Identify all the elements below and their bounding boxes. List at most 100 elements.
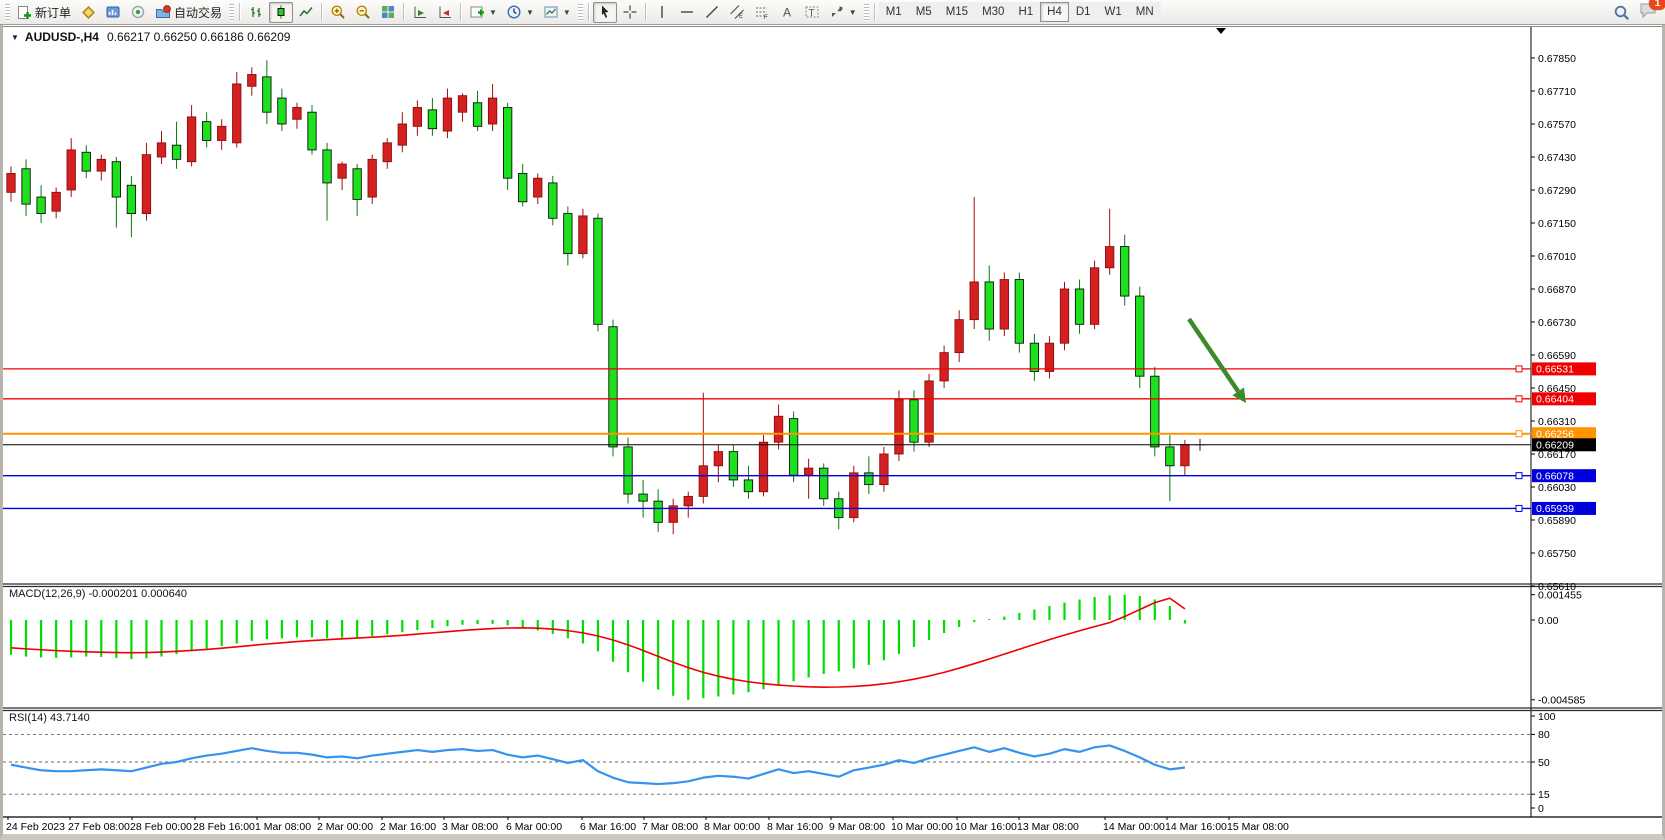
fibonacci-button[interactable]: F	[750, 2, 774, 23]
main-toolbar: 新订单 自动交易	[0, 0, 1665, 25]
horizontal-line-button[interactable]	[675, 2, 699, 23]
price-axis-tick: 0.67570	[1538, 119, 1576, 131]
price-axis-tick: 0.67710	[1538, 86, 1576, 98]
line-anchor[interactable]	[1516, 473, 1522, 479]
svg-text:E: E	[739, 14, 743, 20]
price-axis-tick: 0.66870	[1538, 284, 1576, 296]
templates-button[interactable]: ▼	[539, 2, 575, 23]
cursor-button[interactable]	[593, 2, 617, 23]
chevron-down-icon: ▼	[563, 8, 571, 17]
auto-scroll-icon	[412, 4, 428, 20]
price-cursor-icon	[1194, 439, 1206, 451]
chevron-down-icon: ▼	[526, 8, 534, 17]
auto-scroll-button[interactable]	[408, 2, 432, 23]
chart-ohlc: 0.66217 0.66250 0.66186 0.66209	[107, 30, 291, 44]
toolbar-grip[interactable]	[229, 4, 234, 21]
svg-text:F: F	[764, 15, 768, 20]
line-anchor[interactable]	[1516, 431, 1522, 437]
time-axis-label: 1 Mar 08:00	[255, 821, 311, 833]
line-anchor[interactable]	[1516, 505, 1522, 511]
toolbar-separator	[321, 3, 323, 21]
timeframe-button-h1[interactable]: H1	[1011, 2, 1040, 22]
toolbar-separator	[588, 3, 590, 21]
line-chart-button[interactable]	[294, 2, 318, 23]
candlestick-chart-button[interactable]	[269, 2, 293, 23]
chart-shift-button[interactable]	[433, 2, 457, 23]
toolbar-separator	[874, 3, 876, 21]
timeframe-button-d1[interactable]: D1	[1069, 2, 1098, 22]
zoom-in-button[interactable]	[326, 2, 350, 23]
signal-button[interactable]	[126, 2, 150, 23]
price-tag-label: 0.65939	[1536, 503, 1574, 515]
line-anchor[interactable]	[1516, 396, 1522, 402]
macd-axis-tick: 0.001455	[1538, 589, 1582, 601]
tile-windows-button[interactable]	[376, 2, 400, 23]
time-axis-label: 24 Feb 2023	[6, 821, 65, 833]
chart-title: ▼ AUDUSD-,H4 0.66217 0.66250 0.66186 0.6…	[11, 30, 290, 44]
timeframe-button-m5[interactable]: M5	[909, 2, 939, 22]
rsi-axis-tick: 80	[1538, 729, 1550, 741]
notifications-button[interactable]: 1	[1639, 1, 1659, 24]
toolbar-grip[interactable]	[864, 4, 869, 21]
arrows-button[interactable]: ▼	[825, 2, 861, 23]
channel-button[interactable]: E	[725, 2, 749, 23]
price-axis-tick: 0.67150	[1538, 218, 1576, 230]
timeframe-button-h4[interactable]: H4	[1040, 2, 1069, 22]
cursor-icon	[597, 4, 613, 20]
search-icon[interactable]	[1613, 4, 1631, 22]
text-button[interactable]: A	[775, 2, 799, 23]
rsi-axis-tick: 50	[1538, 757, 1550, 769]
time-axis-label: 28 Feb 00:00	[130, 821, 192, 833]
templates-icon	[543, 4, 559, 20]
chart-window[interactable]: 0.665310.664040.662560.660780.659390.662…	[0, 25, 1665, 840]
toolbar-grip[interactable]	[5, 4, 10, 21]
indicators-button[interactable]: ▼	[465, 2, 501, 23]
price-axis-tick: 0.65890	[1538, 515, 1576, 527]
auto-trading-button[interactable]: 自动交易	[151, 2, 226, 23]
chevron-down-icon: ▼	[489, 8, 497, 17]
timeframe-button-m1[interactable]: M1	[879, 2, 909, 22]
price-axis-tick: 0.67290	[1538, 185, 1576, 197]
time-axis-label: 28 Feb 16:00	[193, 821, 255, 833]
trend-arrow[interactable]	[1189, 319, 1238, 391]
price-axis-tick: 0.67010	[1538, 251, 1576, 263]
periods-button[interactable]: ▼	[502, 2, 538, 23]
price-tag-label: 0.66531	[1536, 364, 1574, 376]
timeframe-button-m15[interactable]: M15	[939, 2, 975, 22]
label-button[interactable]: T	[800, 2, 824, 23]
timeframe-button-mn[interactable]: MN	[1129, 2, 1161, 22]
trendline-button[interactable]	[700, 2, 724, 23]
toolbar-separator	[239, 3, 241, 21]
auto-trading-label: 自动交易	[174, 4, 222, 21]
bar-chart-button[interactable]	[244, 2, 268, 23]
fibonacci-icon: F	[754, 4, 770, 20]
crosshair-button[interactable]	[618, 2, 642, 23]
toolbar-grip[interactable]	[578, 4, 583, 21]
trendline-icon	[704, 4, 720, 20]
time-axis-label: 3 Mar 08:00	[442, 821, 498, 833]
candles	[7, 60, 1189, 534]
vertical-line-icon	[654, 4, 670, 20]
quotes-button[interactable]	[76, 2, 100, 23]
label-icon: T	[804, 4, 820, 20]
line-anchor[interactable]	[1516, 366, 1522, 372]
time-axis-label: 15 Mar 08:00	[1227, 821, 1289, 833]
vertical-line-button[interactable]	[650, 2, 674, 23]
time-axis-label: 14 Mar 00:00	[1103, 821, 1165, 833]
collapse-icon[interactable]: ▼	[11, 33, 19, 42]
rsi-axis-tick: 100	[1538, 711, 1556, 723]
new-order-button[interactable]: 新订单	[13, 2, 75, 23]
chart-canvas[interactable]: 0.665310.664040.662560.660780.659390.662…	[3, 25, 1662, 834]
horizontal-line-icon	[679, 4, 695, 20]
charts-button[interactable]	[101, 2, 125, 23]
chart-symbol: AUDUSD-,H4	[25, 30, 99, 44]
charts-icon	[105, 4, 121, 20]
zoom-out-button[interactable]	[351, 2, 375, 23]
price-tag-label: 0.66404	[1536, 394, 1574, 406]
periods-icon	[506, 4, 522, 20]
timeframe-button-w1[interactable]: W1	[1098, 2, 1129, 22]
rsi-line	[11, 745, 1185, 784]
svg-text:A: A	[783, 6, 791, 20]
timeframe-button-m30[interactable]: M30	[975, 2, 1011, 22]
line-chart-icon	[298, 4, 314, 20]
